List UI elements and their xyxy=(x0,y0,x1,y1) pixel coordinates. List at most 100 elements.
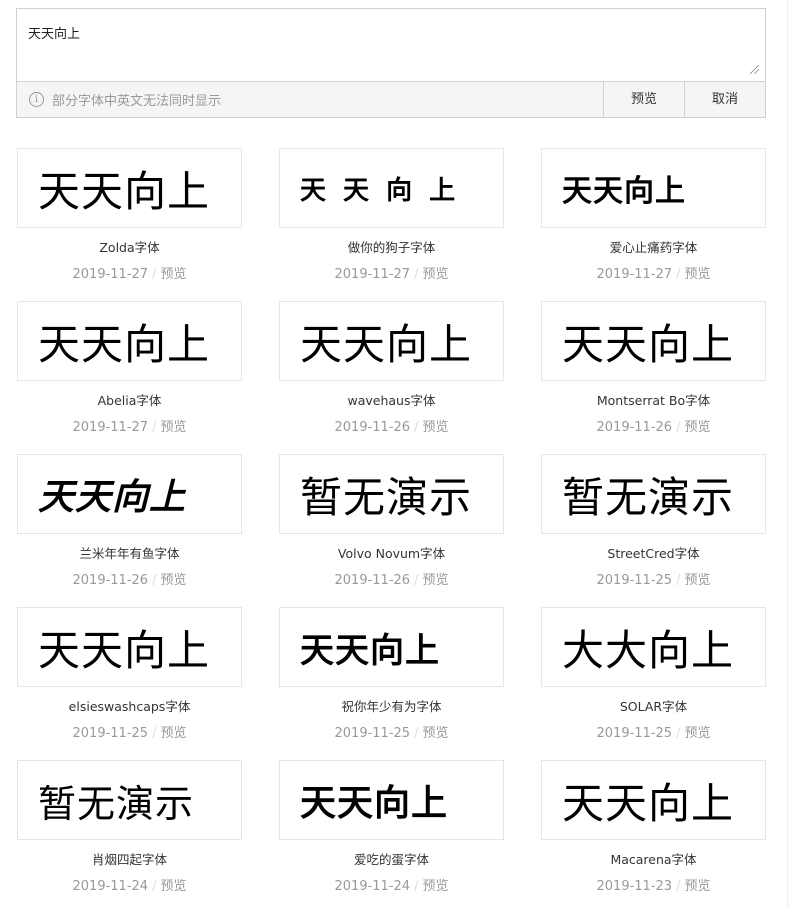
preview-link[interactable]: 预览 xyxy=(684,879,710,894)
font-preview-image[interactable]: 天天向上 xyxy=(17,148,242,228)
font-name[interactable]: 兰米年年有鱼字体 xyxy=(17,543,242,562)
font-date: 2019-11-26 xyxy=(596,420,673,435)
font-card[interactable]: 天天向上 祝你年少有为字体 2019-11-25/预览 xyxy=(279,607,504,741)
font-meta: 2019-11-27/预览 xyxy=(17,263,242,282)
font-date: 2019-11-27 xyxy=(596,267,673,282)
font-name[interactable]: 爱心止痛药字体 xyxy=(541,237,766,256)
font-name[interactable]: 做你的狗子字体 xyxy=(279,237,504,256)
font-name[interactable]: 肖烟四起字体 xyxy=(17,849,242,868)
cancel-button[interactable]: 取消 xyxy=(684,82,765,117)
font-card[interactable]: 大大向上 SOLAR字体 2019-11-25/预览 xyxy=(541,607,766,741)
font-date: 2019-11-25 xyxy=(596,573,673,588)
font-meta: 2019-11-23/预览 xyxy=(541,875,766,894)
preview-link[interactable]: 预览 xyxy=(422,879,448,894)
font-meta: 2019-11-24/预览 xyxy=(17,875,242,894)
separator: / xyxy=(676,420,681,435)
font-preview-image[interactable]: 天天向上 xyxy=(541,148,766,228)
preview-link[interactable]: 预览 xyxy=(160,879,186,894)
font-preview-image[interactable]: 天天向上 xyxy=(17,301,242,381)
font-card[interactable]: 天天向上 Zolda字体 2019-11-27/预览 xyxy=(17,148,242,282)
font-card[interactable]: 天天向上 兰米年年有鱼字体 2019-11-26/预览 xyxy=(17,454,242,588)
separator: / xyxy=(152,267,157,282)
preview-link[interactable]: 预览 xyxy=(684,573,710,588)
preview-link[interactable]: 预览 xyxy=(160,267,186,282)
font-card[interactable]: 天天向上 wavehaus字体 2019-11-26/预览 xyxy=(279,301,504,435)
preview-link[interactable]: 预览 xyxy=(684,267,710,282)
font-card[interactable]: 暂无演示 StreetCred字体 2019-11-25/预览 xyxy=(541,454,766,588)
font-card[interactable]: 天天向上 elsieswashcaps字体 2019-11-25/预览 xyxy=(17,607,242,741)
preview-link[interactable]: 预览 xyxy=(422,573,448,588)
preview-text-input[interactable] xyxy=(17,9,765,81)
font-meta: 2019-11-25/预览 xyxy=(541,722,766,741)
preview-link[interactable]: 预览 xyxy=(684,420,710,435)
font-name[interactable]: elsieswashcaps字体 xyxy=(17,696,242,715)
resize-grip-icon[interactable] xyxy=(750,65,759,74)
font-name[interactable]: StreetCred字体 xyxy=(541,543,766,562)
font-preview-image[interactable]: 天天向上 xyxy=(279,607,504,687)
font-preview-text: 天天向上 xyxy=(38,166,211,216)
font-card[interactable]: 天天向上 爱心止痛药字体 2019-11-27/预览 xyxy=(541,148,766,282)
separator: / xyxy=(152,420,157,435)
font-card[interactable]: 天 天 向 上 做你的狗子字体 2019-11-27/预览 xyxy=(279,148,504,282)
font-name[interactable]: 祝你年少有为字体 xyxy=(279,696,504,715)
font-card[interactable]: 暂无演示 Volvo Novum字体 2019-11-26/预览 xyxy=(279,454,504,588)
font-preview-text: 大大向上 xyxy=(562,625,735,675)
font-preview-text: 暂无演示 xyxy=(300,472,473,522)
font-date: 2019-11-26 xyxy=(334,420,411,435)
font-preview-image[interactable]: 天天向上 xyxy=(17,607,242,687)
font-date: 2019-11-26 xyxy=(334,573,411,588)
font-name[interactable]: Volvo Novum字体 xyxy=(279,543,504,562)
separator: / xyxy=(152,879,157,894)
font-preview-text: 天天向上 xyxy=(562,174,686,209)
font-preview-image[interactable]: 天天向上 xyxy=(17,454,242,534)
font-preview-image[interactable]: 天天向上 xyxy=(541,760,766,840)
scrollbar[interactable] xyxy=(787,0,788,907)
font-card[interactable]: 天天向上 Abelia字体 2019-11-27/预览 xyxy=(17,301,242,435)
preview-link[interactable]: 预览 xyxy=(422,420,448,435)
font-preview-image[interactable]: 天天向上 xyxy=(279,760,504,840)
font-date: 2019-11-27 xyxy=(334,267,411,282)
font-card[interactable]: 天天向上 Macarena字体 2019-11-23/预览 xyxy=(541,760,766,894)
font-preview-image[interactable]: 天天向上 xyxy=(541,301,766,381)
preview-link[interactable]: 预览 xyxy=(422,726,448,741)
font-name[interactable]: Abelia字体 xyxy=(17,390,242,409)
font-meta: 2019-11-27/预览 xyxy=(541,263,766,282)
preview-button[interactable]: 预览 xyxy=(603,82,684,117)
font-preview-text: 天天向上 xyxy=(562,319,735,369)
separator: / xyxy=(152,726,157,741)
preview-link[interactable]: 预览 xyxy=(160,726,186,741)
font-card[interactable]: 天天向上 Montserrat Bo字体 2019-11-26/预览 xyxy=(541,301,766,435)
font-card[interactable]: 天天向上 爱吃的蛋字体 2019-11-24/预览 xyxy=(279,760,504,894)
font-name[interactable]: 爱吃的蛋字体 xyxy=(279,849,504,868)
font-name[interactable]: Zolda字体 xyxy=(17,237,242,256)
font-meta: 2019-11-26/预览 xyxy=(279,569,504,588)
font-preview-text: 天天向上 xyxy=(300,783,449,824)
hint-text: 部分字体中英文无法同时显示 xyxy=(52,94,222,109)
font-preview-image[interactable]: 暂无演示 xyxy=(541,454,766,534)
editor-toolbar: i 部分字体中英文无法同时显示 预览 取消 xyxy=(17,81,765,117)
font-preview-text: 暂无演示 xyxy=(38,781,195,826)
font-name[interactable]: wavehaus字体 xyxy=(279,390,504,409)
font-meta: 2019-11-24/预览 xyxy=(279,875,504,894)
font-preview-text: 天 天 向 上 xyxy=(300,175,460,206)
font-name[interactable]: Montserrat Bo字体 xyxy=(541,390,766,409)
separator: / xyxy=(414,573,419,588)
font-preview-image[interactable]: 暂无演示 xyxy=(17,760,242,840)
font-preview-image[interactable]: 天天向上 xyxy=(279,301,504,381)
separator: / xyxy=(414,267,419,282)
font-preview-image[interactable]: 大大向上 xyxy=(541,607,766,687)
font-card[interactable]: 暂无演示 肖烟四起字体 2019-11-24/预览 xyxy=(17,760,242,894)
preview-link[interactable]: 预览 xyxy=(422,267,448,282)
font-preview-image[interactable]: 天 天 向 上 xyxy=(279,148,504,228)
preview-link[interactable]: 预览 xyxy=(160,420,186,435)
separator: / xyxy=(414,879,419,894)
preview-link[interactable]: 预览 xyxy=(684,726,710,741)
font-preview-text: 天天向上 xyxy=(38,476,187,518)
font-name[interactable]: Macarena字体 xyxy=(541,849,766,868)
font-preview-image[interactable]: 暂无演示 xyxy=(279,454,504,534)
font-date: 2019-11-26 xyxy=(72,573,149,588)
preview-link[interactable]: 预览 xyxy=(160,573,186,588)
font-name[interactable]: SOLAR字体 xyxy=(541,696,766,715)
font-meta: 2019-11-26/预览 xyxy=(17,569,242,588)
font-date: 2019-11-27 xyxy=(72,420,149,435)
